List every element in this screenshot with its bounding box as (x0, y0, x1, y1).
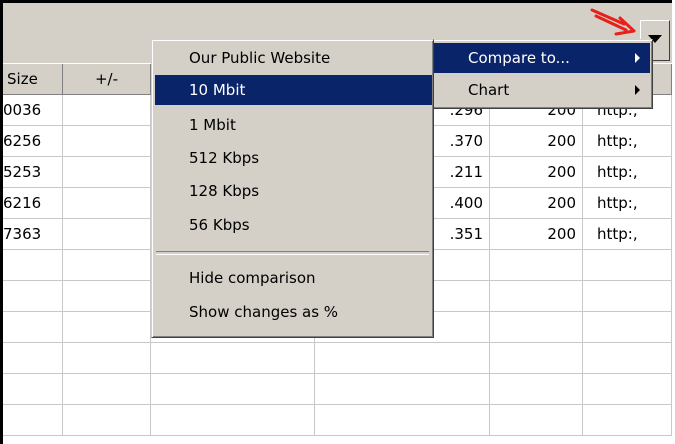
context-menu: Compare to... Chart (430, 39, 653, 109)
size-cell: 5253 (0, 157, 63, 187)
size-cell: 0036 (0, 95, 63, 125)
url-cell: http:, (583, 219, 672, 249)
chevron-right-icon (635, 53, 640, 63)
url-cell: http:, (583, 126, 672, 156)
status-cell: 200 (490, 219, 583, 249)
menu-separator (156, 251, 429, 255)
delta-cell (63, 157, 151, 187)
empty-row (3, 374, 672, 405)
status-cell: 200 (490, 188, 583, 218)
menu-item-10-mbit[interactable]: 10 Mbit (155, 75, 432, 105)
delta-cell (63, 188, 151, 218)
empty-row (3, 405, 672, 436)
status-cell: 200 (490, 126, 583, 156)
chevron-right-icon (635, 85, 640, 95)
menu-item-128-kbps[interactable]: 128 Kbps (155, 176, 432, 206)
size-cell: 6216 (0, 188, 63, 218)
size-cell: 6256 (0, 126, 63, 156)
delta-cell (63, 219, 151, 249)
menu-item-512-kbps[interactable]: 512 Kbps (155, 143, 432, 173)
menu-item-label: Compare to... (468, 49, 570, 67)
delta-cell (63, 95, 151, 125)
empty-row (3, 343, 672, 374)
size-cell: 7363 (0, 219, 63, 249)
menu-item-show-changes-percent[interactable]: Show changes as % (155, 297, 432, 327)
column-header-delta[interactable]: +/- (63, 64, 151, 95)
delta-cell (63, 126, 151, 156)
menu-item-our-public-website[interactable]: Our Public Website (155, 43, 432, 73)
menu-item-1-mbit[interactable]: 1 Mbit (155, 110, 432, 140)
status-cell: 200 (490, 157, 583, 187)
compare-submenu: Our Public Website 10 Mbit 1 Mbit 512 Kb… (151, 39, 434, 338)
url-cell: http:, (583, 157, 672, 187)
annotation-arrow-icon (590, 8, 636, 36)
menu-item-label: Chart (468, 81, 510, 99)
url-cell: http:, (583, 188, 672, 218)
menu-item-hide-comparison[interactable]: Hide comparison (155, 263, 432, 293)
menu-item-chart[interactable]: Chart (434, 75, 650, 105)
column-header-size[interactable]: Size (3, 64, 63, 95)
menu-item-56-kbps[interactable]: 56 Kbps (155, 210, 432, 240)
menu-item-compare-to[interactable]: Compare to... (434, 43, 650, 73)
